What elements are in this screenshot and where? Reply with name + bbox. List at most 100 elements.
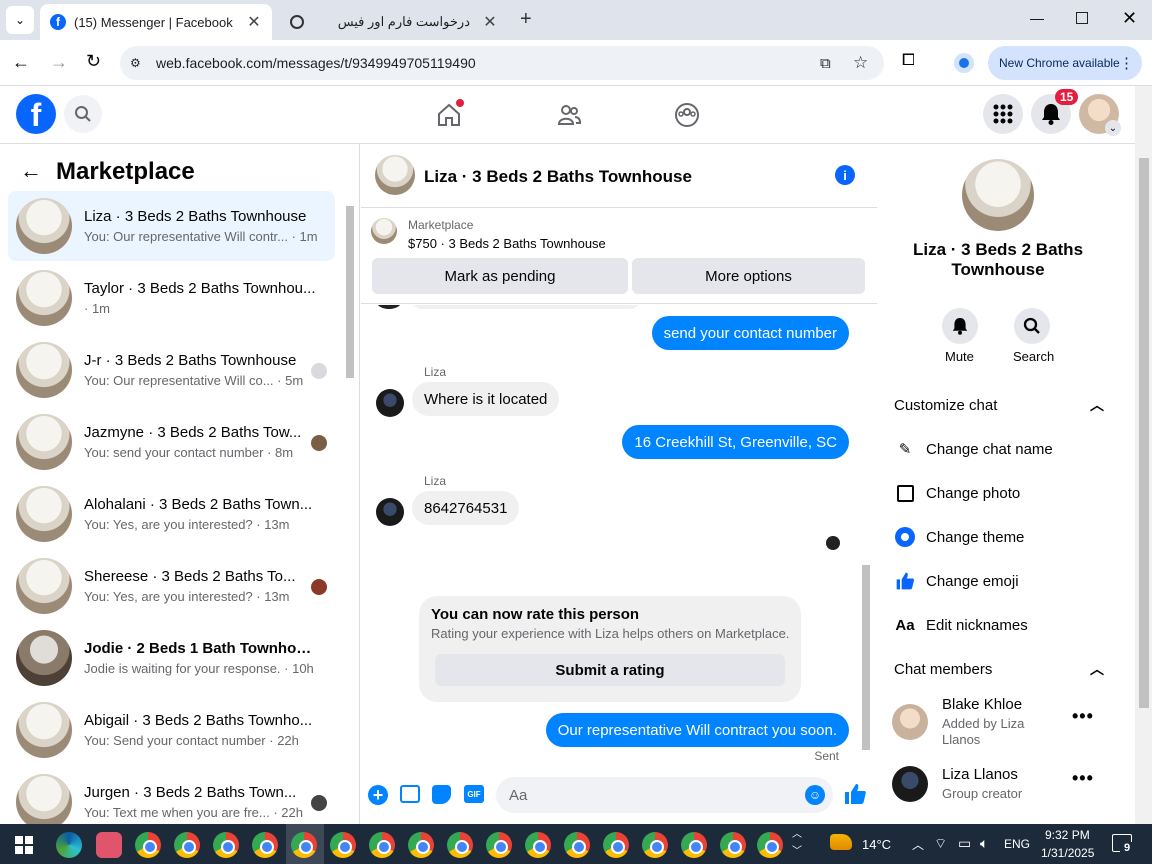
page-scrollbar[interactable] xyxy=(1135,86,1152,824)
conversation-item[interactable]: Shereese · 3 Beds 2 Baths To... You: Yes,… xyxy=(8,551,335,621)
edge-icon[interactable] xyxy=(56,832,82,858)
chat-members-section[interactable]: Chat members ︿ xyxy=(894,656,1104,682)
chrome-icon[interactable] xyxy=(603,832,629,858)
close-tab-icon[interactable]: ✕ xyxy=(482,12,498,32)
page-scrollbar-thumb[interactable] xyxy=(1139,158,1149,708)
conversation-item[interactable]: Alohalani · 3 Beds 2 Baths Town... You: Y… xyxy=(8,479,335,549)
member-row[interactable]: Liza Llanos Group creator ••• xyxy=(892,766,1106,810)
site-info-icon[interactable]: ⚙ xyxy=(130,56,146,70)
chrome-icon[interactable] xyxy=(681,832,707,858)
notifications-bell-icon[interactable]: 15 xyxy=(1031,89,1079,134)
like-thumb-icon[interactable] xyxy=(843,782,867,811)
chrome-icon[interactable] xyxy=(720,832,746,858)
attach-photo-icon[interactable] xyxy=(400,785,420,803)
extensions-icon[interactable]: ⧠ xyxy=(902,52,915,70)
mark-pending-button[interactable]: Mark as pending xyxy=(372,258,628,294)
chrome-icon[interactable] xyxy=(564,832,590,858)
conversation-list-scrollbar[interactable] xyxy=(343,192,357,822)
search-icon[interactable] xyxy=(64,95,102,133)
menu-grid-icon[interactable] xyxy=(983,94,1023,134)
tab-second[interactable]: درخواست فارم اور فیس ✕ xyxy=(280,4,508,40)
clock-time[interactable]: 9:32 PM xyxy=(1045,828,1090,842)
app-icon[interactable] xyxy=(96,832,122,858)
back-arrow-icon[interactable]: ← xyxy=(20,158,42,184)
chrome-icon[interactable] xyxy=(291,832,317,858)
mute-button[interactable] xyxy=(942,308,978,344)
chrome-icon[interactable] xyxy=(486,832,512,858)
conversation-item[interactable]: Liza · 3 Beds 2 Baths Townhouse You: Our … xyxy=(8,191,335,261)
tray-chevron-icon[interactable]: ︿ xyxy=(912,836,924,853)
chrome-icon[interactable] xyxy=(447,832,473,858)
gif-icon[interactable]: GIF xyxy=(464,785,484,803)
member-more-icon[interactable]: ••• xyxy=(1072,768,1094,789)
edit-nicknames-item[interactable]: Aa Edit nicknames xyxy=(894,612,1027,638)
close-window-button[interactable]: ✕ xyxy=(1122,8,1137,29)
tab-messenger[interactable]: f (15) Messenger | Facebook ✕ xyxy=(40,4,272,40)
close-tab-icon[interactable]: ✕ xyxy=(246,12,262,32)
new-chrome-button[interactable]: New Chrome available ⋮ xyxy=(988,46,1142,80)
message-bubble-outgoing[interactable]: send your contact number xyxy=(651,316,849,350)
facebook-logo-icon[interactable]: f xyxy=(16,94,56,134)
change-emoji-item[interactable]: Change emoji xyxy=(894,568,1019,594)
listing-price[interactable]: $750 · 3 Beds 2 Baths Townhouse xyxy=(408,236,606,251)
message-list-scrollbar-thumb[interactable] xyxy=(862,565,870,750)
message-bubble-outgoing[interactable]: 16 Creekhill St, Greenville, SC xyxy=(622,425,849,459)
sticker-icon[interactable] xyxy=(432,785,451,804)
message-input[interactable]: Aa ☺ xyxy=(496,777,833,813)
chrome-icon[interactable] xyxy=(369,832,395,858)
sender-avatar[interactable] xyxy=(376,498,404,526)
battery-icon[interactable]: ▭ xyxy=(958,835,971,852)
change-chat-name-item[interactable]: ✎ Change chat name xyxy=(894,436,1053,462)
groups-icon[interactable] xyxy=(674,102,700,133)
chrome-icon[interactable] xyxy=(757,832,783,858)
chrome-icon[interactable] xyxy=(642,832,668,858)
chat-avatar[interactable] xyxy=(375,155,415,195)
minimize-button[interactable]: — xyxy=(1030,10,1044,26)
maximize-button[interactable] xyxy=(1076,12,1088,24)
taskbar-scroll-arrows[interactable]: ︿ ﹀ xyxy=(792,826,802,860)
message-bubble-incoming[interactable]: 8642764531 xyxy=(412,491,520,525)
listing-thumbnail[interactable] xyxy=(371,218,397,244)
message-list-scrollbar[interactable] xyxy=(859,305,873,755)
details-avatar[interactable] xyxy=(962,159,1034,231)
conversation-item[interactable]: J-r · 3 Beds 2 Baths Townhouse You: Our r… xyxy=(8,335,335,405)
new-tab-button[interactable]: + xyxy=(520,8,532,31)
weather-icon[interactable] xyxy=(830,834,852,850)
profile-icon[interactable] xyxy=(954,53,974,73)
conversation-item[interactable]: Taylor · 3 Beds 2 Baths Townhou... · 1m xyxy=(8,263,335,333)
customize-chat-section[interactable]: Customize chat ︿ xyxy=(894,392,1104,418)
chrome-icon[interactable] xyxy=(525,832,551,858)
address-bar[interactable]: ⚙ web.facebook.com/messages/t/9349949705… xyxy=(120,46,884,80)
bookmark-star-icon[interactable]: ☆ xyxy=(853,53,868,73)
conversation-item[interactable]: Jodie · 2 Beds 1 Bath Townhouse Jodie is … xyxy=(8,623,335,693)
home-icon[interactable] xyxy=(436,99,464,133)
kebab-menu-icon[interactable]: ⋮ xyxy=(1119,54,1134,72)
change-theme-item[interactable]: Change theme xyxy=(894,524,1024,550)
windows-start-icon[interactable] xyxy=(15,836,33,854)
chrome-icon[interactable] xyxy=(174,832,200,858)
install-app-icon[interactable]: ⧉ xyxy=(820,55,831,72)
more-actions-plus-icon[interactable]: + xyxy=(368,785,388,805)
friends-icon[interactable] xyxy=(556,102,582,133)
chat-title[interactable]: Liza · 3 Beds 2 Baths Townhouse xyxy=(424,167,692,187)
conversation-list-scrollbar-thumb[interactable] xyxy=(346,206,354,378)
chrome-icon[interactable] xyxy=(252,832,278,858)
weather-temp[interactable]: 14°C xyxy=(862,837,891,852)
chrome-icon[interactable] xyxy=(408,832,434,858)
chrome-icon[interactable] xyxy=(330,832,356,858)
conversation-item[interactable]: Abigail · 3 Beds 2 Baths Townho... You: S… xyxy=(8,695,335,765)
conversation-item[interactable]: Jurgen · 3 Beds 2 Baths Town... You: Text… xyxy=(8,767,335,824)
chrome-icon[interactable] xyxy=(135,832,161,858)
forward-icon[interactable]: → xyxy=(50,52,68,73)
language-indicator[interactable]: ENG xyxy=(1004,837,1030,851)
info-icon[interactable]: i xyxy=(835,165,855,185)
message-bubble-incoming[interactable]: Where is it located xyxy=(412,382,560,416)
search-button[interactable] xyxy=(1014,308,1050,344)
more-options-button[interactable]: More options xyxy=(632,258,865,294)
sender-avatar[interactable] xyxy=(376,389,404,417)
conversation-item[interactable]: Jazmyne · 3 Beds 2 Baths Tow... You: send… xyxy=(8,407,335,477)
network-icon[interactable]: ⌔ xyxy=(934,835,947,853)
message-bubble-outgoing[interactable]: Our representative Will contract you soo… xyxy=(545,713,849,747)
chrome-icon[interactable] xyxy=(213,832,239,858)
member-more-icon[interactable]: ••• xyxy=(1072,706,1094,727)
